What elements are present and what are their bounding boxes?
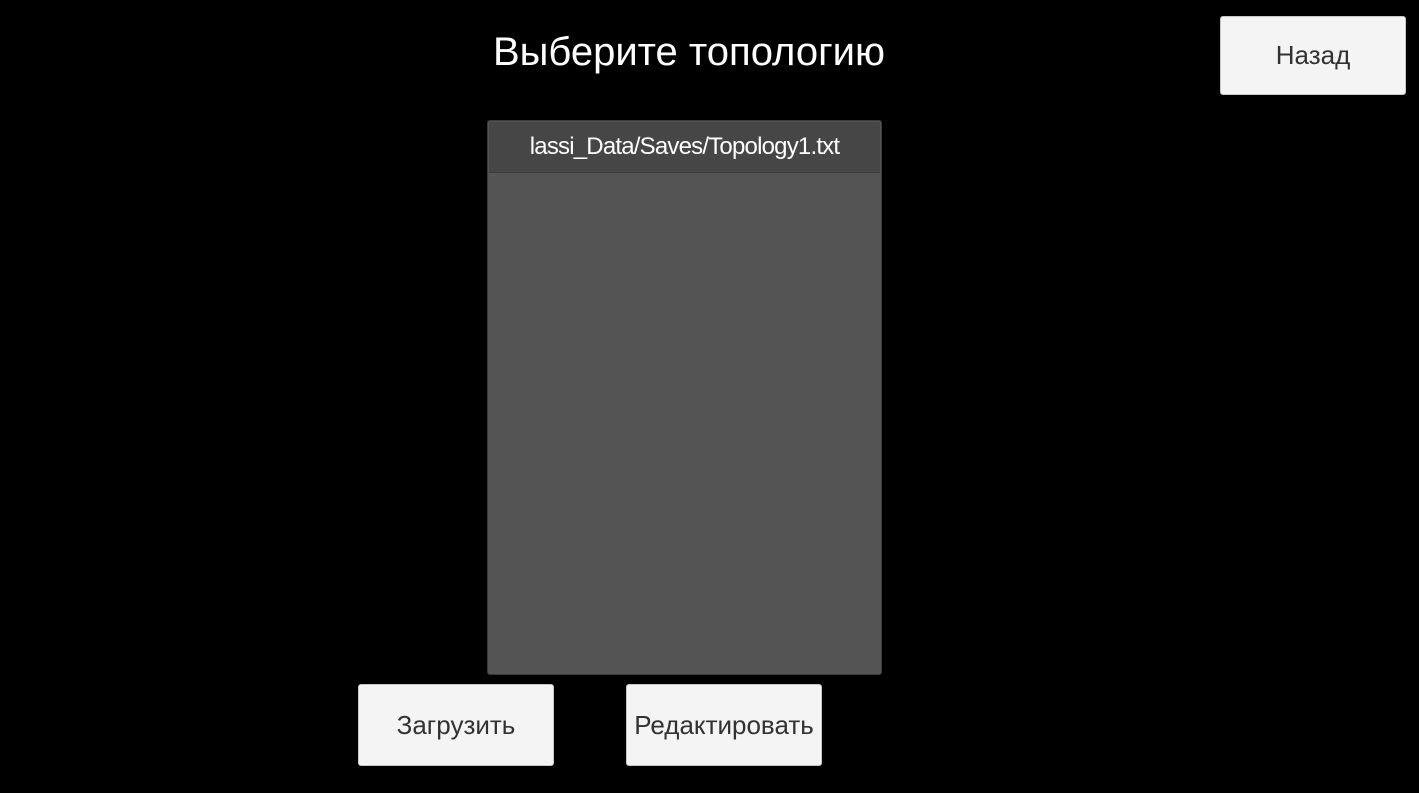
- back-button[interactable]: Назад: [1220, 16, 1406, 95]
- edit-button[interactable]: Редактировать: [626, 684, 822, 766]
- list-item[interactable]: lassi_Data/Saves/Topology1.txt: [489, 122, 880, 173]
- page-title: Выберите топологию: [492, 30, 886, 74]
- list-item-label: lassi_Data/Saves/Topology1.txt: [529, 133, 840, 160]
- edit-button-label: Редактировать: [634, 709, 814, 740]
- topology-list[interactable]: lassi_Data/Saves/Topology1.txt: [487, 120, 882, 675]
- load-button-label: Загрузить: [396, 709, 516, 740]
- load-button[interactable]: Загрузить: [358, 684, 554, 766]
- back-button-label: Назад: [1275, 40, 1351, 70]
